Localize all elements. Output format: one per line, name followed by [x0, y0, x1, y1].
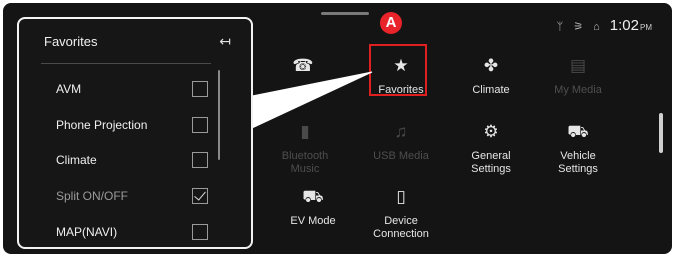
favorite-item-climate[interactable]: Climate	[56, 149, 226, 171]
favorite-item-label: AVM	[56, 82, 82, 96]
favorite-checkbox[interactable]	[192, 152, 208, 168]
panel-header: Favorites ↤	[19, 19, 251, 63]
panel-title: Favorites	[44, 33, 98, 49]
favorite-checkbox-checked[interactable]	[192, 188, 208, 204]
favorite-item-phone-projection[interactable]: Phone Projection	[56, 114, 226, 136]
favorites-panel: Favorites ↤ AVM Phone Projection Climate…	[17, 17, 253, 249]
favorite-item-label: Climate	[56, 153, 97, 167]
favorite-item-label: Phone Projection	[56, 118, 148, 132]
favorite-checkbox[interactable]	[192, 117, 208, 133]
favorite-checkbox[interactable]	[192, 81, 208, 97]
favorite-item-label: MAP(NAVI)	[56, 225, 118, 239]
panel-divider	[41, 63, 211, 64]
favorite-item-split[interactable]: Split ON/OFF	[56, 185, 226, 207]
back-icon[interactable]: ↤	[219, 33, 231, 50]
favorite-item-map-navi[interactable]: MAP(NAVI)	[56, 221, 226, 243]
favorite-checkbox[interactable]	[192, 224, 208, 240]
favorite-item-label: Split ON/OFF	[56, 189, 129, 203]
favorite-item-avm[interactable]: AVM	[56, 78, 226, 100]
